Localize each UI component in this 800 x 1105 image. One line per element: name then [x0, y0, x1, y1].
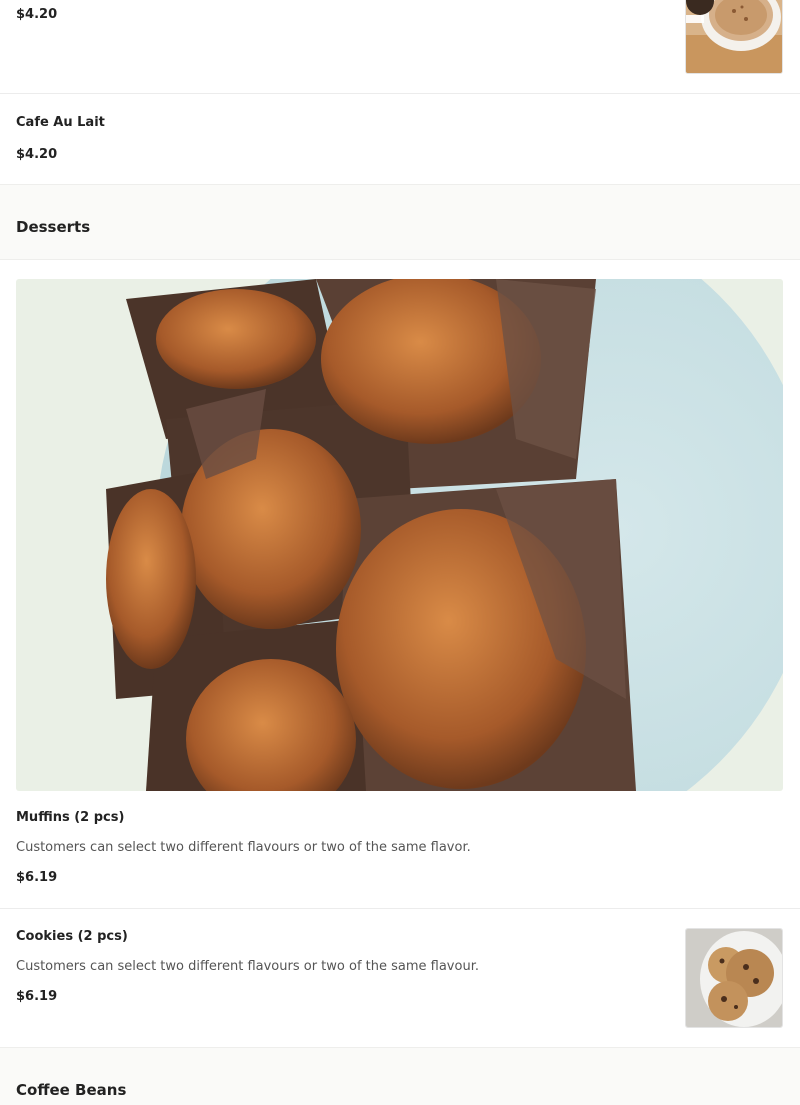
section-title: Desserts [16, 218, 91, 236]
muffins-photo [16, 279, 783, 791]
item-price: $6.19 [16, 870, 58, 885]
item-name: Cookies (2 pcs) [16, 929, 128, 944]
menu-item-latte[interactable]: $4.20 [0, 0, 800, 93]
item-name: Muffins (2 pcs) [16, 810, 125, 825]
item-price: $4.20 [16, 147, 58, 162]
menu-item-cookies[interactable]: Cookies (2 pcs) Customers can select two… [0, 909, 800, 1047]
latte-image [686, 0, 782, 73]
muffins-image [16, 279, 783, 791]
item-description: Customers can select two different flavo… [16, 840, 471, 855]
section-header-desserts: Desserts [0, 184, 800, 260]
item-name: Cafe Au Lait [16, 115, 105, 130]
cookies-image [686, 929, 782, 1027]
menu-item-cafe-au-lait[interactable]: Cafe Au Lait $4.20 [0, 94, 800, 184]
latte-photo [685, 0, 783, 74]
section-header-coffee-beans: Coffee Beans [0, 1047, 800, 1105]
item-price: $6.19 [16, 989, 58, 1004]
item-description: Customers can select two different flavo… [16, 959, 479, 974]
section-title: Coffee Beans [16, 1081, 127, 1099]
cookies-photo [685, 928, 783, 1028]
item-price: $4.20 [16, 7, 58, 22]
